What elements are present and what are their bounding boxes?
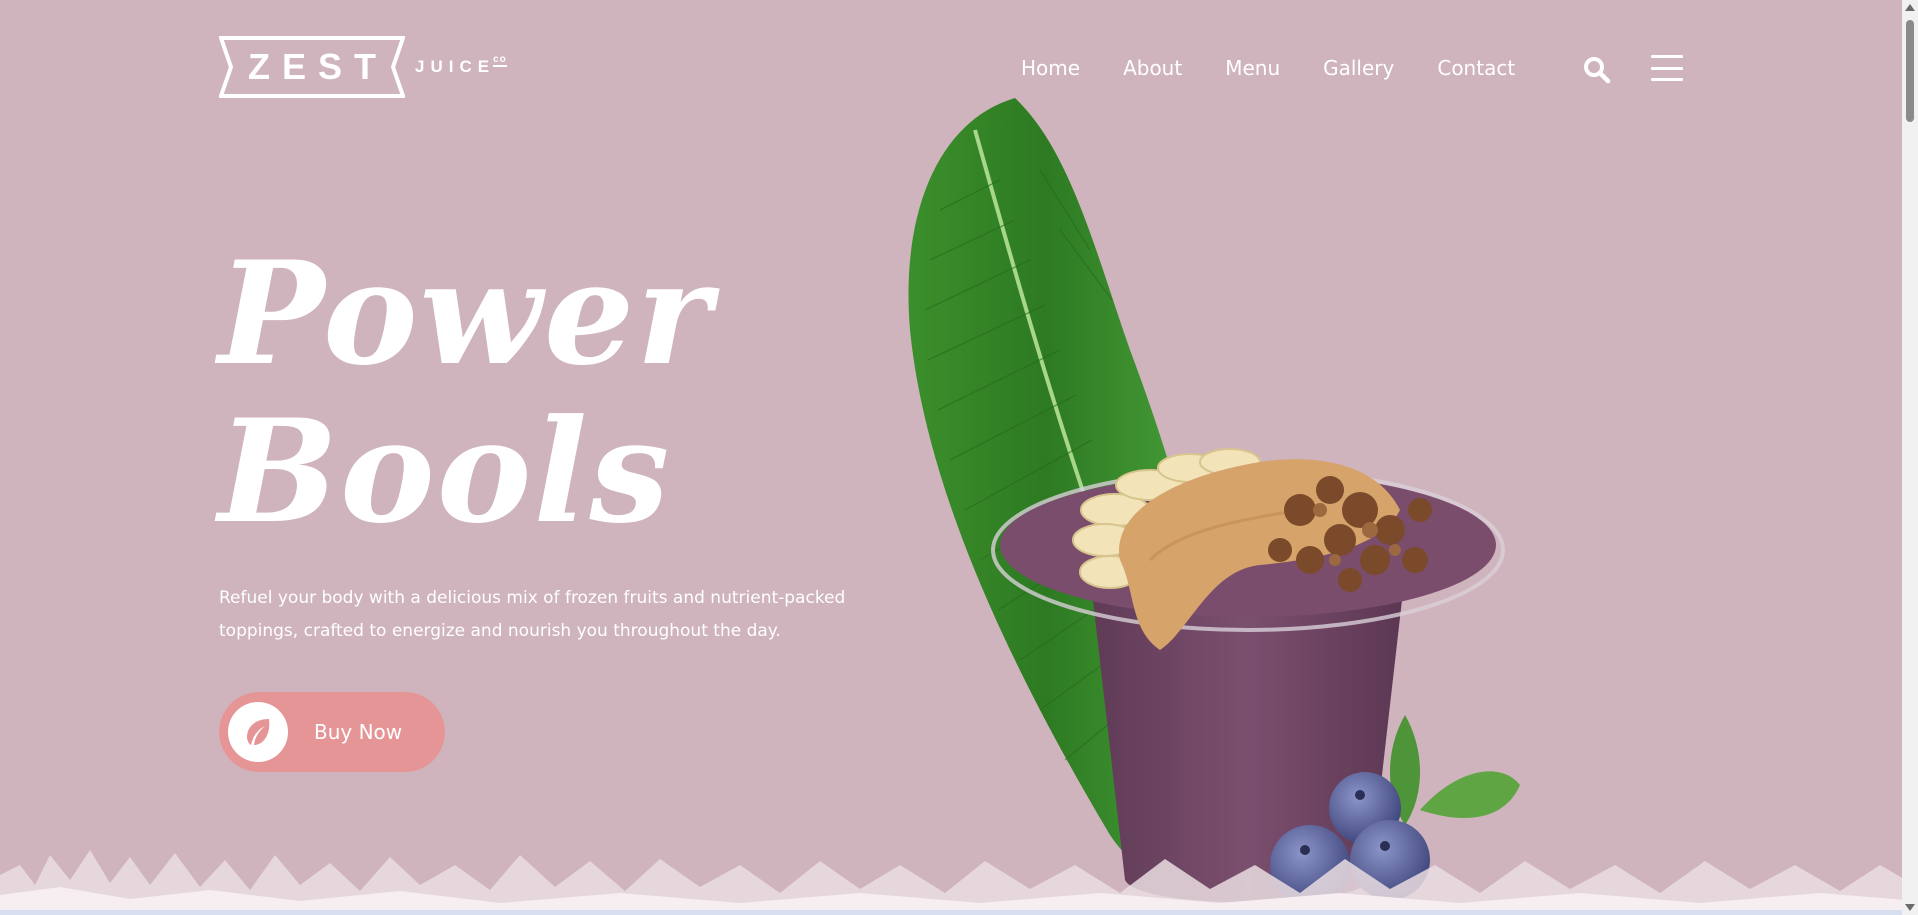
smoothie-bowl-illustration [908, 98, 1520, 905]
scroll-up-icon[interactable] [1905, 4, 1915, 11]
logo-sub-text: JUICE [415, 57, 496, 76]
leaf-icon [228, 702, 288, 762]
logo-wordmark: ZEST [247, 46, 388, 87]
hero-title-line-2: Bools [218, 389, 672, 555]
hero-image [880, 90, 1660, 915]
logo-co-text: co [493, 54, 507, 67]
hamburger-line [1651, 66, 1683, 70]
logo-badge: ZEST [219, 36, 405, 98]
hero-description: Refuel your body with a delicious mix of… [219, 588, 846, 641]
hero-title-line-1: Power [218, 231, 714, 397]
nav-item-menu[interactable]: Menu [1225, 56, 1280, 80]
scroll-down-icon[interactable] [1905, 904, 1915, 911]
buy-now-button[interactable]: Buy Now [219, 692, 445, 772]
page: ZEST JUICE co Home About Menu Gallery Co… [0, 0, 1918, 915]
search-icon[interactable] [1583, 56, 1611, 84]
nav-item-gallery[interactable]: Gallery [1323, 56, 1394, 80]
hero-title: Power Bools [218, 235, 713, 551]
nav-item-home[interactable]: Home [1021, 56, 1080, 80]
site-header: ZEST JUICE co Home About Menu Gallery Co… [219, 36, 1684, 98]
nav-item-contact[interactable]: Contact [1437, 56, 1515, 80]
scrollbar-thumb[interactable] [1906, 20, 1914, 122]
ground-splash [0, 850, 1918, 915]
hamburger-line [1651, 55, 1683, 58]
logo-subtitle: JUICE co [415, 54, 507, 77]
buy-now-label: Buy Now [314, 720, 403, 744]
hamburger-line [1651, 78, 1683, 81]
nav-item-about[interactable]: About [1123, 56, 1182, 80]
bottom-edge [0, 910, 1902, 915]
main-nav: Home About Menu Gallery Contact [1021, 50, 1558, 86]
hamburger-menu-icon[interactable] [1651, 55, 1683, 81]
vertical-scrollbar[interactable] [1902, 0, 1918, 915]
brand-logo[interactable]: ZEST JUICE co [219, 36, 539, 98]
